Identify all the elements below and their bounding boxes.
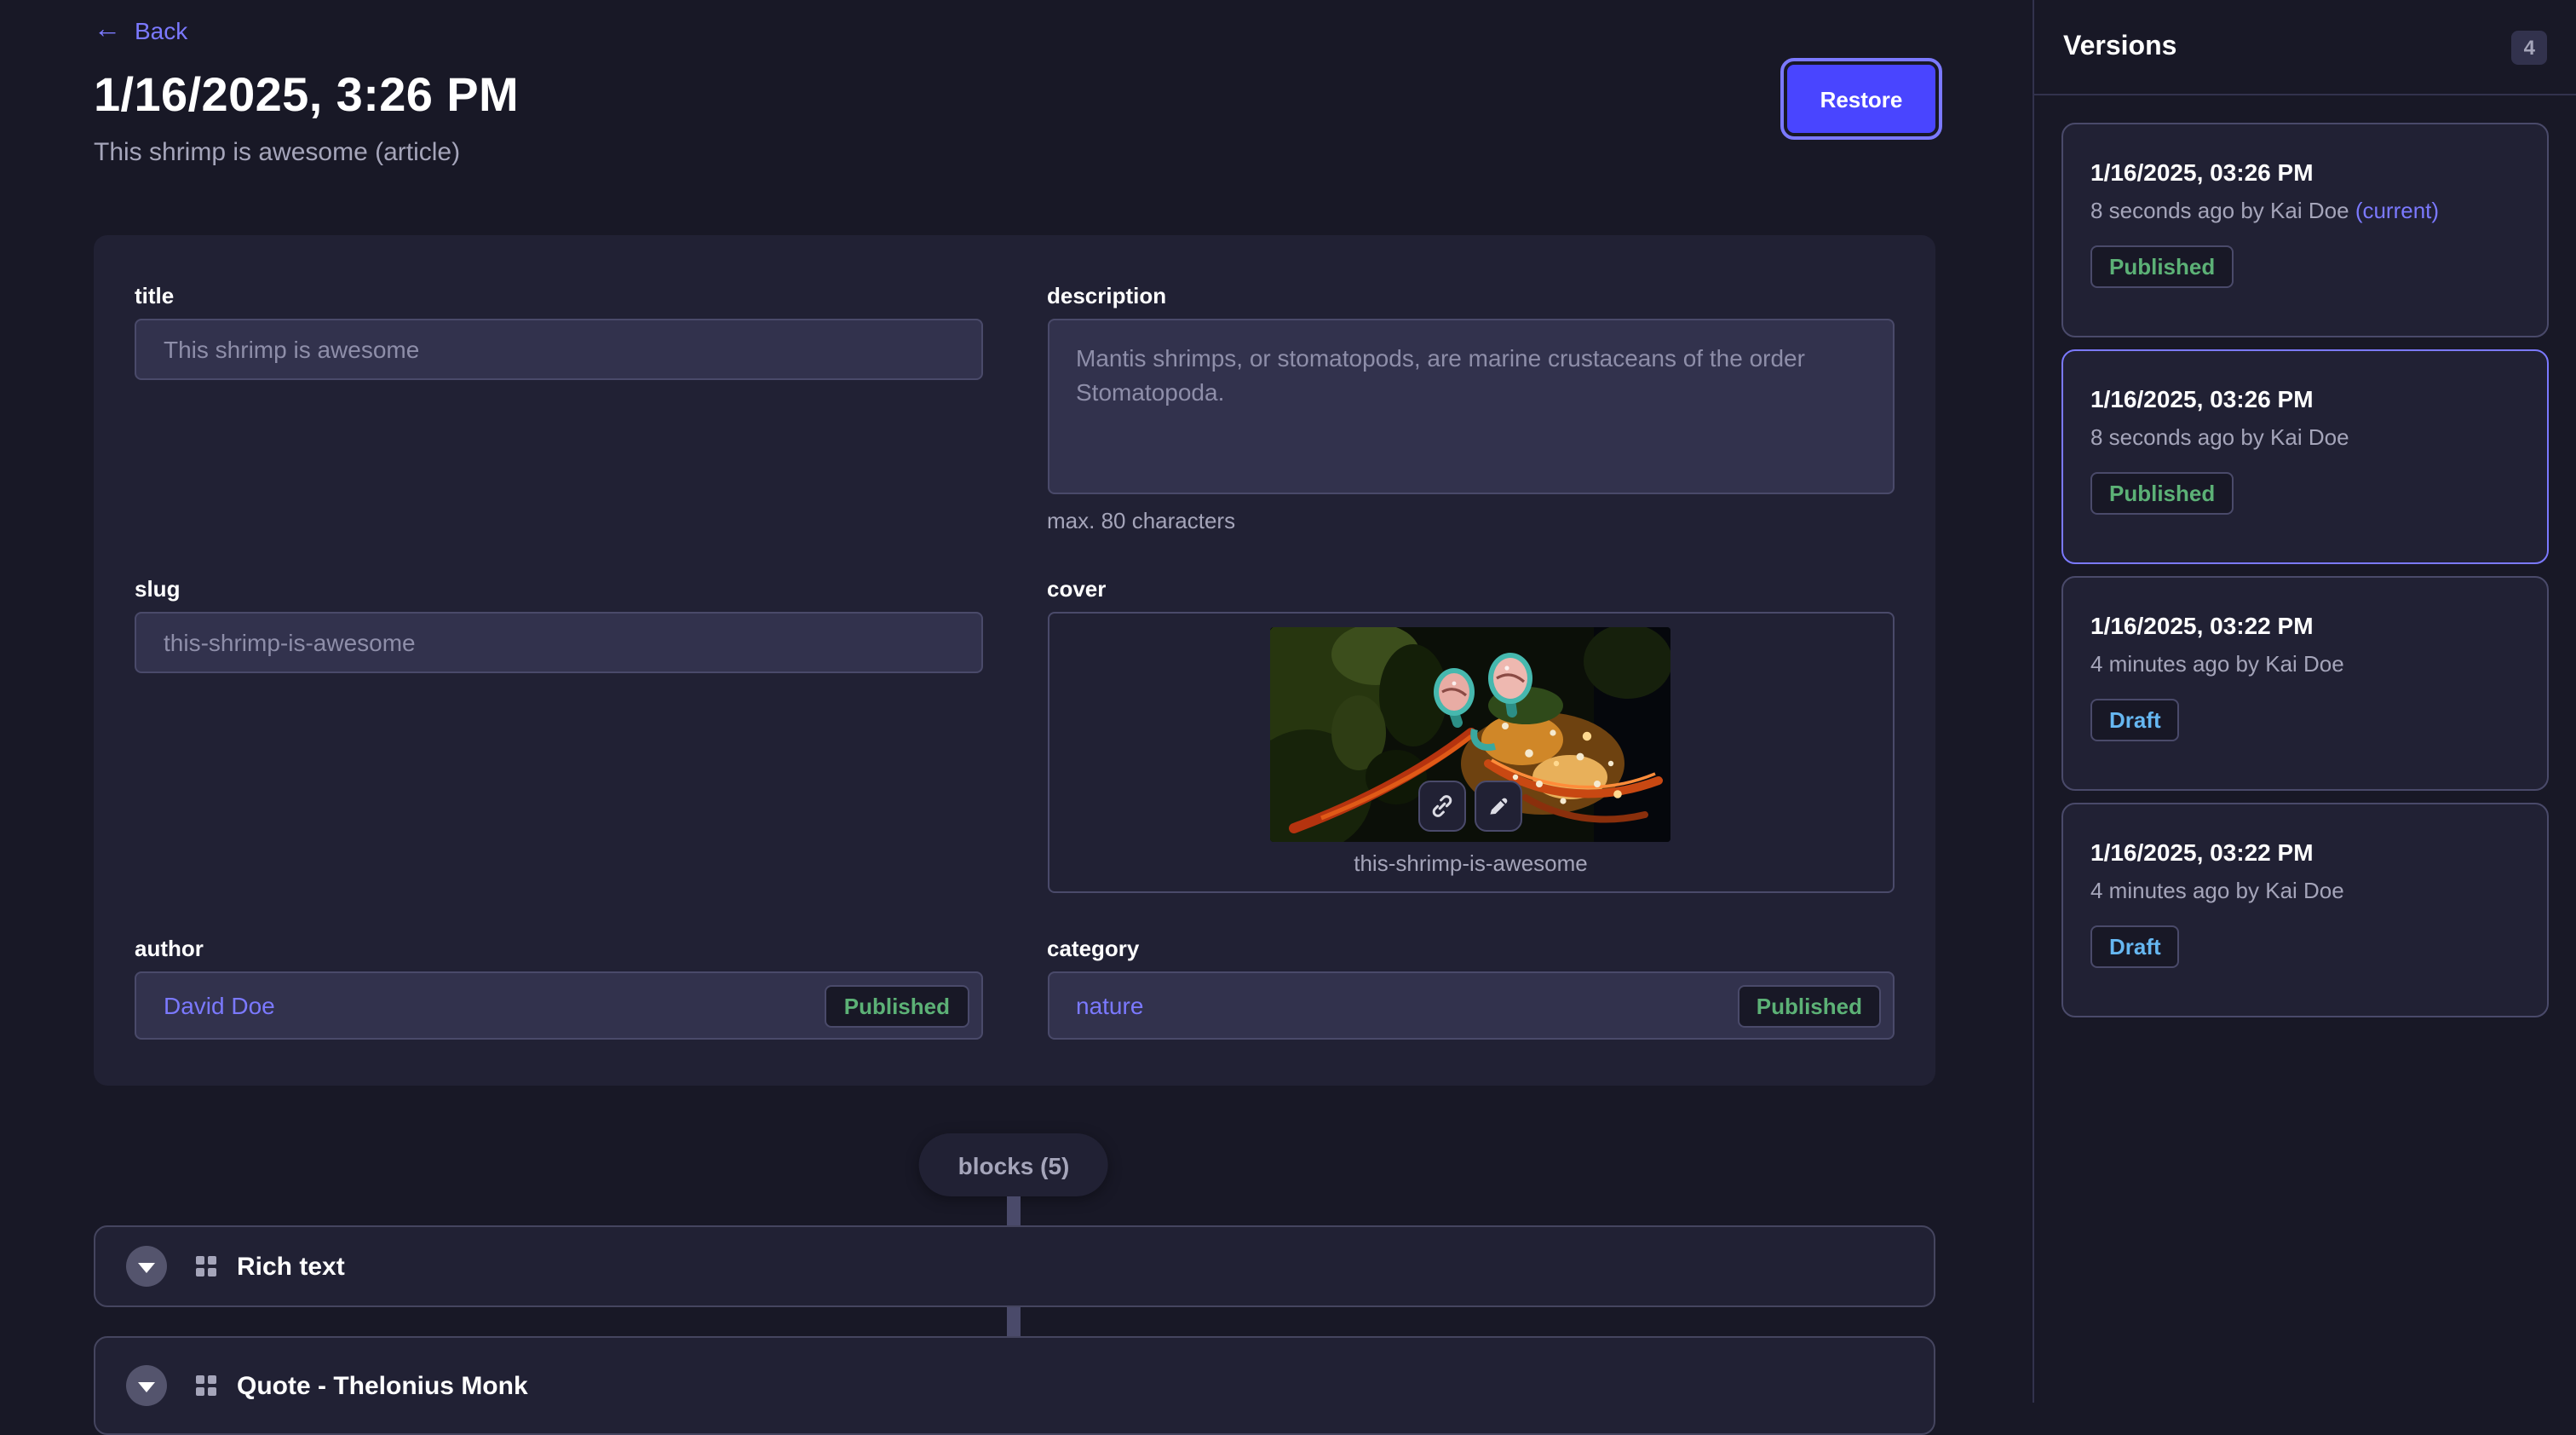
version-card[interactable]: 1/16/2025, 03:22 PM 4 minutes ago by Kai…: [2061, 803, 2549, 1017]
description-textarea: Mantis shrimps, or stomatopods, are mari…: [1047, 319, 1895, 494]
version-meta-text: 8 seconds ago by Kai Doe: [2090, 424, 2349, 450]
description-label: description: [1047, 283, 1895, 308]
chevron-down-icon: [138, 1381, 155, 1392]
collapse-toggle-button[interactable]: [126, 1365, 167, 1406]
version-badge-row: Published: [2090, 245, 2520, 288]
page-subtitle: This shrimp is awesome (article): [94, 138, 460, 167]
description-hint: max. 80 characters: [1047, 508, 1895, 533]
version-badge-row: Published: [2090, 472, 2520, 515]
field-author: author David Doe Published: [135, 936, 982, 1041]
version-card[interactable]: 1/16/2025, 03:26 PM 8 seconds ago by Kai…: [2061, 123, 2549, 337]
version-badge-row: Draft: [2090, 699, 2520, 741]
version-date: 1/16/2025, 03:26 PM: [2090, 158, 2520, 186]
cover-box: this-shrimp-is-awesome: [1047, 612, 1895, 893]
version-meta: 4 minutes ago by Kai Doe: [2090, 651, 2520, 677]
title-label: title: [135, 283, 982, 308]
category-link[interactable]: nature: [1076, 992, 1143, 1019]
versions-title: Versions: [2063, 32, 2176, 62]
version-status-badge: Published: [2090, 245, 2234, 288]
versions-sidebar: Versions 4 1/16/2025, 03:26 PM 8 seconds…: [2033, 0, 2576, 1403]
field-description: description Mantis shrimps, or stomatopo…: [1047, 283, 1895, 535]
field-title: title This shrimp is awesome: [135, 283, 982, 535]
version-status-badge: Draft: [2090, 699, 2180, 741]
back-arrow-icon: ←: [94, 17, 121, 44]
blocks-pill: blocks (5): [919, 1133, 1109, 1196]
field-cover: cover: [1047, 576, 1895, 895]
pencil-icon: [1487, 794, 1511, 818]
cover-edit-button[interactable]: [1475, 781, 1523, 832]
version-card[interactable]: 1/16/2025, 03:22 PM 4 minutes ago by Kai…: [2061, 576, 2549, 791]
block-label: Rich text: [237, 1252, 345, 1281]
version-card-selected[interactable]: 1/16/2025, 03:26 PM 8 seconds ago by Kai…: [2061, 349, 2549, 564]
category-relation-box: nature Published: [1047, 971, 1895, 1040]
versions-header: Versions 4: [2034, 0, 2576, 95]
component-grid-icon: [196, 1256, 216, 1277]
version-meta: 8 seconds ago by Kai Doe (current): [2090, 198, 2520, 223]
versions-count-badge: 4: [2512, 30, 2547, 64]
version-badge-row: Draft: [2090, 925, 2520, 968]
block-row-rich-text[interactable]: Rich text: [94, 1225, 1935, 1307]
back-link[interactable]: ← Back: [94, 17, 187, 44]
category-status-badge: Published: [1738, 984, 1881, 1027]
restore-button[interactable]: Restore: [1787, 65, 1935, 133]
version-date: 1/16/2025, 03:22 PM: [2090, 612, 2520, 639]
slug-input: this-shrimp-is-awesome: [135, 612, 982, 673]
blocks-connector: [1007, 1196, 1021, 1225]
field-category: category nature Published: [1047, 936, 1895, 1041]
link-icon: [1431, 794, 1455, 818]
author-status-badge: Published: [825, 984, 969, 1027]
main-content: ← Back 1/16/2025, 3:26 PM This shrimp is…: [0, 0, 2033, 1403]
block-label: Quote - Thelonius Monk: [237, 1371, 528, 1400]
block-row-quote[interactable]: Quote - Thelonius Monk: [94, 1336, 1935, 1435]
cover-link-button[interactable]: [1419, 781, 1467, 832]
version-meta-text: 4 minutes ago by Kai Doe: [2090, 878, 2344, 903]
cover-caption: this-shrimp-is-awesome: [1049, 850, 1893, 876]
version-meta-text: 8 seconds ago by Kai Doe: [2090, 198, 2349, 223]
cover-label: cover: [1047, 576, 1895, 602]
component-grid-icon: [196, 1375, 216, 1396]
version-status-badge: Published: [2090, 472, 2234, 515]
collapse-toggle-button[interactable]: [126, 1246, 167, 1287]
version-meta: 8 seconds ago by Kai Doe: [2090, 424, 2520, 450]
author-link[interactable]: David Doe: [164, 992, 275, 1019]
version-meta: 4 minutes ago by Kai Doe: [2090, 878, 2520, 903]
version-date: 1/16/2025, 03:22 PM: [2090, 839, 2520, 866]
version-current-tag: (current): [2355, 198, 2439, 223]
blocks-connector: [1007, 1307, 1021, 1336]
content-panel: title This shrimp is awesome description…: [94, 235, 1935, 1086]
title-input: This shrimp is awesome: [135, 319, 982, 380]
chevron-down-icon: [138, 1262, 155, 1272]
cover-actions: [1419, 781, 1523, 832]
version-meta-text: 4 minutes ago by Kai Doe: [2090, 651, 2344, 677]
version-date: 1/16/2025, 03:26 PM: [2090, 385, 2520, 412]
history-page: ← Back 1/16/2025, 3:26 PM This shrimp is…: [0, 0, 2576, 1403]
slug-label: slug: [135, 576, 982, 602]
version-status-badge: Draft: [2090, 925, 2180, 968]
page-title: 1/16/2025, 3:26 PM: [94, 68, 519, 123]
version-list: 1/16/2025, 03:26 PM 8 seconds ago by Kai…: [2034, 95, 2576, 1045]
field-slug: slug this-shrimp-is-awesome: [135, 576, 982, 895]
back-label: Back: [135, 17, 187, 44]
author-relation-box: David Doe Published: [135, 971, 982, 1040]
category-label: category: [1047, 936, 1895, 961]
author-label: author: [135, 936, 982, 961]
